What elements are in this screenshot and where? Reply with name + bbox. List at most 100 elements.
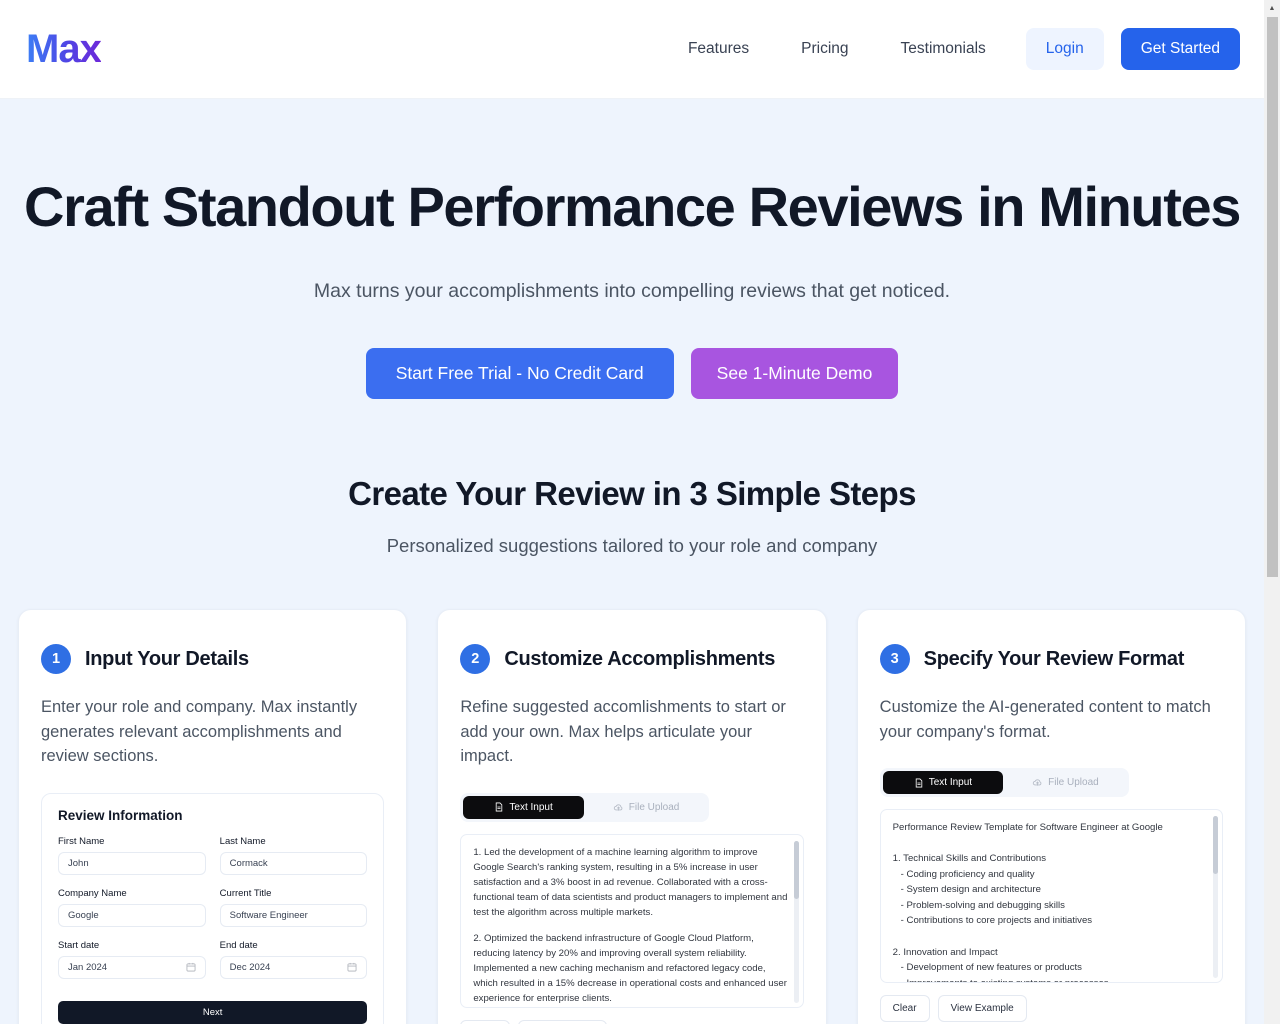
brand-logo[interactable]: Max [24,27,102,72]
document-icon [496,802,503,812]
first-name-field-group: First Name John [58,836,206,875]
page-scrollbar-thumb[interactable] [1266,17,1278,577]
accomplishment-paragraph-1: 1. Led the development of a machine lear… [473,846,788,919]
steps-heading-group: Create Your Review in 3 Simple Steps Per… [0,475,1264,557]
cloud-upload-icon [1032,779,1042,786]
current-title-field-group: Current Title Software Engineer [219,887,368,927]
step-card-1-header: 1 Input Your Details [41,644,384,675]
review-template-text: Performance Review Template for Software… [892,822,1163,984]
form-row-name: First Name John Last Name Cormack [58,835,368,875]
current-title-input[interactable]: Software Engineer [219,903,368,927]
cloud-upload-icon [613,804,623,811]
tab-file-upload[interactable]: File Upload [586,796,707,819]
step-card-1-title: Input Your Details [85,647,249,670]
main-navigation: Features Pricing Testimonials Login Get … [662,28,1240,70]
see-demo-button[interactable]: See 1-Minute Demo [690,348,899,400]
tab-text-input[interactable]: Text Input [463,795,584,819]
first-name-value: John [68,857,89,869]
tab-text-input-label: Text Input [928,777,973,789]
company-name-label: Company Name [58,887,127,899]
review-format-editor-preview: Text Input File Upload Performance Revie… [879,768,1223,1023]
clear-button[interactable]: Clear [460,1019,511,1024]
review-template-textarea[interactable]: Performance Review Template for Software… [879,809,1223,984]
form-title: Review Information [58,807,183,823]
first-name-label: First Name [58,835,105,847]
accomplishments-textarea[interactable]: 1. Led the development of a machine lear… [460,833,804,1008]
company-name-value: Google [68,909,99,921]
tab-file-upload[interactable]: File Upload [1005,771,1126,794]
start-date-value: Jan 2024 [68,961,108,973]
tab-text-input[interactable]: Text Input [882,771,1004,795]
clear-button[interactable]: Clear [879,995,930,1023]
page-scrollbar[interactable]: ▲ [1264,0,1280,1024]
step-card-2-header: 2 Customize Accomplishments [460,644,803,675]
view-example-button[interactable]: View Example [518,1019,608,1024]
end-date-label: End date [219,939,258,951]
tab-file-upload-label: File Upload [628,801,680,813]
step-number-badge: 2 [460,644,491,675]
steps-subtitle: Personalized suggestions tailored to you… [386,535,878,557]
step-number-badge: 3 [879,644,910,675]
hero-title: Craft Standout Performance Reviews in Mi… [24,175,1241,238]
step-card-3: 3 Specify Your Review Format Customize t… [856,609,1246,1024]
step-card-3-description: Customize the AI-generated content to ma… [879,698,1211,741]
editor-scrollbar[interactable] [1212,816,1218,979]
first-name-input[interactable]: John [58,851,206,875]
step-card-3-header: 3 Specify Your Review Format [879,644,1223,675]
scroll-up-arrow-icon[interactable]: ▲ [1264,0,1280,17]
last-name-label: Last Name [219,835,266,847]
step-card-1: 1 Input Your Details Enter your role and… [18,609,408,1024]
view-example-button[interactable]: View Example [937,995,1027,1023]
start-free-trial-button[interactable]: Start Free Trial - No Credit Card [365,348,674,400]
tab-text-input-label: Text Input [509,801,553,813]
review-information-form: Review Information First Name John Last … [41,792,385,1024]
tab-file-upload-label: File Upload [1048,777,1099,789]
editor-scrollbar-thumb[interactable] [1212,816,1218,875]
start-date-label: Start date [58,939,100,951]
form-row-company: Company Name Google Current Title Softwa… [58,887,368,927]
last-name-value: Cormack [229,857,268,869]
document-icon [915,778,922,788]
nav-item-pricing[interactable]: Pricing [775,30,874,68]
last-name-input[interactable]: Cormack [219,851,368,875]
hero-cta-group: Start Free Trial - No Credit Card See 1-… [0,348,1264,400]
editor-actions: Clear View Example [460,1019,803,1024]
editor-scrollbar-thumb[interactable] [793,840,799,899]
steps-card-grid: 1 Input Your Details Enter your role and… [0,609,1264,1024]
form-row-dates: Start date Jan 2024 End date Dec 2024 [58,939,368,979]
get-started-button[interactable]: Get Started [1120,28,1240,70]
company-name-field-group: Company Name Google [58,888,206,927]
company-name-input[interactable]: Google [58,903,206,927]
hero-section: Craft Standout Performance Reviews in Mi… [0,99,1264,400]
end-date-input[interactable]: Dec 2024 [219,955,368,979]
site-header: Max Features Pricing Testimonials Login … [0,0,1264,99]
accomplishment-paragraph-2: 2. Optimized the backend infrastructure … [473,932,787,1005]
step-card-2-title: Customize Accomplishments [504,647,776,670]
end-date-field-group: End date Dec 2024 [219,939,368,979]
accomplishments-editor-preview: Text Input File Upload 1. Led the develo… [460,792,804,1024]
input-mode-tabs: Text Input File Upload [879,768,1129,798]
page-viewport: Max Features Pricing Testimonials Login … [0,0,1264,1024]
start-date-input[interactable]: Jan 2024 [58,955,206,979]
step-card-3-title: Specify Your Review Format [923,647,1185,670]
step-card-1-description: Enter your role and company. Max instant… [41,698,358,766]
input-mode-tabs: Text Input File Upload [460,792,710,822]
current-title-label: Current Title [219,887,272,899]
nav-item-features[interactable]: Features [662,30,775,68]
editor-actions: Clear View Example [879,995,1223,1023]
last-name-field-group: Last Name Cormack [219,835,368,875]
current-title-value: Software Engineer [229,909,308,921]
step-card-2: 2 Customize Accomplishments Refine sugge… [437,609,827,1024]
calendar-icon [347,963,357,972]
steps-title: Create Your Review in 3 Simple Steps [348,475,916,513]
calendar-icon [186,963,196,972]
step-number-badge: 1 [41,644,71,675]
next-button[interactable]: Next [58,1000,368,1024]
start-date-field-group: Start date Jan 2024 [58,940,206,979]
nav-item-testimonials[interactable]: Testimonials [875,30,1012,68]
hero-subtitle: Max turns your accomplishments into comp… [313,279,951,302]
end-date-value: Dec 2024 [229,961,271,973]
editor-scrollbar[interactable] [793,840,799,1003]
login-button[interactable]: Login [1025,28,1104,70]
step-card-2-description: Refine suggested accomlishments to start… [460,698,786,766]
